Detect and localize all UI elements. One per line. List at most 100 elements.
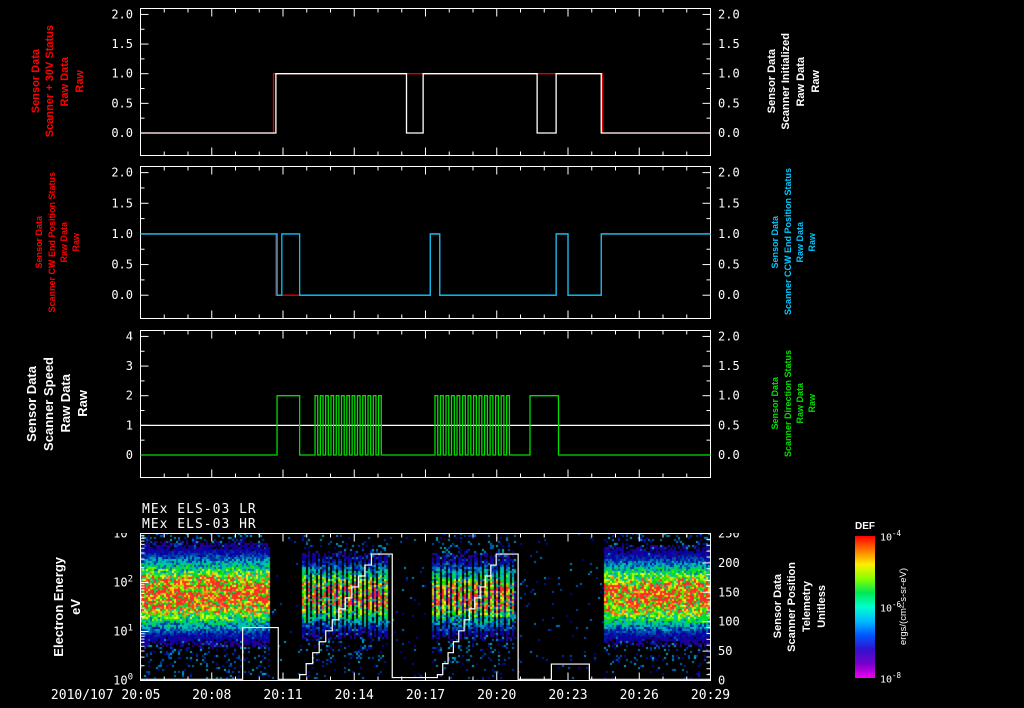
y-tick-label: 1.0 <box>111 67 133 81</box>
axis-label-line: Scanner + 30V Status <box>44 25 57 138</box>
colorbar-tick-label: 10-8 <box>880 671 902 686</box>
y-tick-label: 100 <box>718 615 740 629</box>
y-tick-label: 1.0 <box>718 227 740 241</box>
y-tick-label: 2.0 <box>111 166 133 180</box>
x-tick-label: 20:23 <box>548 688 587 703</box>
y-tick-label: 2 <box>126 389 133 403</box>
axis-label-line: Sensor Data <box>765 49 778 114</box>
axis-label-line: Electron Energy <box>51 556 67 657</box>
y-tick-label: 1.0 <box>718 67 740 81</box>
colorbar-unit-text: ergs/(cm²-s-sr-eV) <box>898 568 909 646</box>
axis-label-line: Telemetry <box>801 580 813 633</box>
axis-label-line: Sensor Data <box>34 215 45 269</box>
axis-label-line: Sensor Data <box>29 49 42 114</box>
y-tick-label: 50 <box>718 644 732 658</box>
axis-label-line: Raw Data <box>59 56 71 107</box>
axis-label-line: Raw Data <box>59 221 69 263</box>
left-axis-labels: Electron Energy eV <box>40 533 96 680</box>
x-tick-label: 20:08 <box>192 688 231 703</box>
left-axis-labels: Sensor Data Scanner Speed Raw Data Raw <box>22 330 94 477</box>
y-tick-label: 2.0 <box>718 166 740 180</box>
y-tick-label: 0.0 <box>111 288 133 302</box>
y-tick-label: 103 <box>113 533 133 541</box>
right-axis-labels: Sensor Data Scanner Initialized Raw Data Ra… <box>748 8 840 155</box>
axis-label-line: eV <box>68 598 83 615</box>
electron-spectrogram-plot: 100 101 102 103 0 50 100 150 200 250 2010/107 20:0… <box>51 533 740 703</box>
y-tick-label: 4 <box>126 330 133 343</box>
y-tick-label: 1.5 <box>111 37 133 51</box>
y-tick-label: 1 <box>126 418 133 432</box>
axis-label-line: Sensor Data <box>771 574 784 639</box>
axis-label-line: Raw <box>807 394 818 413</box>
scanner-ccw-end-position-status-raw-line <box>140 233 711 296</box>
y-tick-label: 0 <box>126 448 133 462</box>
axis-label-line: Unitless <box>815 585 828 628</box>
y-tick-label: 0.5 <box>111 258 133 272</box>
scanner-initialized-raw-line <box>140 73 711 134</box>
axis-label-line: Raw <box>74 390 90 417</box>
axis-label-line: Raw Data <box>795 221 805 263</box>
scanner-position-overlay-line <box>140 553 711 680</box>
left-axis-labels: Sensor Data Scanner CW End Position Statu… <box>22 166 94 318</box>
right-axis-labels: Sensor Data Scanner Direction Status Raw D… <box>748 330 840 477</box>
axis-label-line: Raw Data <box>58 374 73 433</box>
y-tick-label: 0.0 <box>718 448 740 462</box>
y-tick-label: 2.0 <box>111 8 133 21</box>
y-tick-label: 1.5 <box>718 359 740 373</box>
y-tick-label: 0.5 <box>718 258 740 272</box>
axis-label-line: Scanner CCW End Position Status <box>782 168 793 316</box>
y-tick-label: 3 <box>126 359 133 373</box>
scanner-speed-plot: 0 1 2 3 4 0.0 0.5 1.0 1.5 2.0 <box>126 330 740 478</box>
y-tick-label: 1.0 <box>718 389 740 403</box>
y-tick-label: 250 <box>718 533 740 541</box>
x-tick-label: 20:29 <box>691 688 730 703</box>
axis-label-line: Scanner CW End Position Status <box>46 171 57 313</box>
spectrogram-title-hr: MEx ELS-03 HR <box>142 517 257 532</box>
y-tick-label: 100 <box>113 673 133 688</box>
right-axis-labels: Sensor Data Scanner CCW End Position Stat… <box>748 166 840 318</box>
axis-label-line: Sensor Data <box>770 377 781 430</box>
y-tick-label: 2.0 <box>718 8 740 21</box>
y-tick-label: 1.5 <box>718 37 740 51</box>
axis-label-line: Raw Data <box>795 56 807 107</box>
scanner-status-plot: 0.0 0.5 1.0 1.5 2.0 0.0 0.5 1.0 1.5 2.0 <box>111 8 740 156</box>
panel-scanner-status: Sensor Data Scanner + 30V Status Raw Data R… <box>0 8 1024 156</box>
axis-label-line: Raw <box>73 70 86 93</box>
axis-label-line: Raw <box>807 232 818 252</box>
y-tick-label: 101 <box>113 624 133 639</box>
colorbar-unit-label: ergs/(cm²-s-sr-eV) <box>898 536 910 678</box>
y-tick-label: 1.5 <box>718 196 740 210</box>
axis-label-line: Scanner Initialized <box>780 33 793 130</box>
x-tick-label: 20:14 <box>335 688 374 703</box>
spectrogram-title-lr: MEx ELS-03 LR <box>142 502 257 517</box>
axis-label-line: Sensor Data <box>24 365 40 442</box>
y-tick-label: 200 <box>718 556 740 570</box>
y-tick-label: 0.0 <box>718 126 740 140</box>
x-tick-label: 20:20 <box>477 688 516 703</box>
y-tick-label: 150 <box>718 585 740 599</box>
plot-frame <box>140 533 711 681</box>
axis-label-line: Sensor Data <box>770 215 781 269</box>
y-tick-label: 0.5 <box>718 96 740 110</box>
panel-end-position-status: Sensor Data Scanner CW End Position Statu… <box>0 166 1024 319</box>
y-tick-label: 0.5 <box>111 96 133 110</box>
colorbar-tick-label: 10-4 <box>880 529 902 544</box>
y-tick-label: 0 <box>718 674 725 688</box>
colorbar-gradient <box>855 536 875 678</box>
scanner-cw-end-position-status-raw-line <box>140 233 711 296</box>
y-tick-label: 2.0 <box>718 330 740 343</box>
y-tick-label: 1.0 <box>111 227 133 241</box>
axis-label-line: Raw <box>71 232 82 252</box>
y-tick-label: 0.0 <box>111 126 133 140</box>
right-axis-labels: Sensor Data Scanner Position Telemetry Unit… <box>754 533 846 680</box>
axis-label-line: Scanner Direction Status <box>782 349 793 458</box>
x-tick-label: 20:11 <box>263 688 302 703</box>
y-tick-label: 1.5 <box>111 196 133 210</box>
cdaweb-plot-page: Sensor Data Scanner + 30V Status Raw Data R… <box>0 0 1024 708</box>
colorbar-title: DEF <box>855 521 875 532</box>
scanner-plus-30v-status-raw-line <box>140 73 711 134</box>
x-tick-label: 20:17 <box>406 688 445 703</box>
x-tick-label: 20:26 <box>620 688 659 703</box>
panel-scanner-speed: Sensor Data Scanner Speed Raw Data Raw 0 1 2 3… <box>0 330 1024 478</box>
y-tick-label: 0.0 <box>718 288 740 302</box>
